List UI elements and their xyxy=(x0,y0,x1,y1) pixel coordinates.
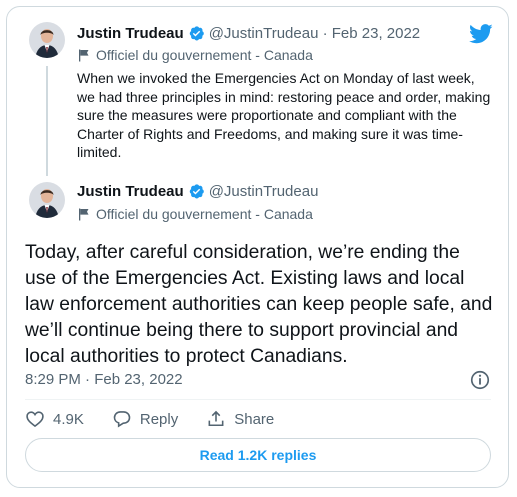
handle-and-date[interactable]: @JustinTrudeau · Feb 23, 2022 xyxy=(209,25,420,42)
main-tweet-text: Today, after careful consideration, we’r… xyxy=(25,242,493,367)
account-label: Officiel du gouvernement - Canada xyxy=(96,206,313,222)
twitter-bird-icon[interactable] xyxy=(469,24,493,44)
thread-connector-line xyxy=(46,66,48,176)
main-tweet-header: Justin Trudeau @JustinTrudeau xyxy=(77,183,318,200)
reply-button[interactable]: Reply xyxy=(112,409,178,429)
handle[interactable]: @JustinTrudeau xyxy=(209,183,319,200)
reply-icon xyxy=(113,411,131,428)
government-label: Officiel du gouvernement - Canada xyxy=(78,206,313,222)
author-name[interactable]: Justin Trudeau xyxy=(77,25,184,42)
share-button[interactable]: Share xyxy=(206,409,274,429)
quoted-tweet-header: Justin Trudeau @JustinTrudeau · Feb 23, … xyxy=(77,25,420,42)
verified-badge-icon xyxy=(188,183,205,200)
share-icon xyxy=(208,410,224,427)
quoted-tweet-text: When we invoked the Emergencies Act on M… xyxy=(77,70,491,160)
read-replies-label: Read 1.2K replies xyxy=(199,447,317,463)
divider xyxy=(25,399,491,400)
heart-icon xyxy=(26,411,44,428)
reply-label: Reply xyxy=(139,410,179,428)
avatar[interactable] xyxy=(29,22,65,58)
read-replies-button[interactable]: Read 1.2K replies xyxy=(25,438,491,472)
account-label: Officiel du gouvernement - Canada xyxy=(96,47,313,63)
government-flag-icon xyxy=(78,49,90,62)
like-button[interactable]: 4.9K xyxy=(25,409,84,429)
tweet-actions: 4.9K Reply Share xyxy=(25,409,302,429)
author-name[interactable]: Justin Trudeau xyxy=(77,183,184,200)
government-label: Officiel du gouvernement - Canada xyxy=(78,47,313,63)
tweet-timestamp[interactable]: 8:29 PM · Feb 23, 2022 xyxy=(25,371,183,388)
government-flag-icon xyxy=(78,208,90,221)
share-label: Share xyxy=(234,410,275,428)
like-count: 4.9K xyxy=(53,410,84,428)
avatar[interactable] xyxy=(29,182,65,218)
verified-badge-icon xyxy=(188,25,205,42)
info-icon[interactable] xyxy=(469,369,491,391)
